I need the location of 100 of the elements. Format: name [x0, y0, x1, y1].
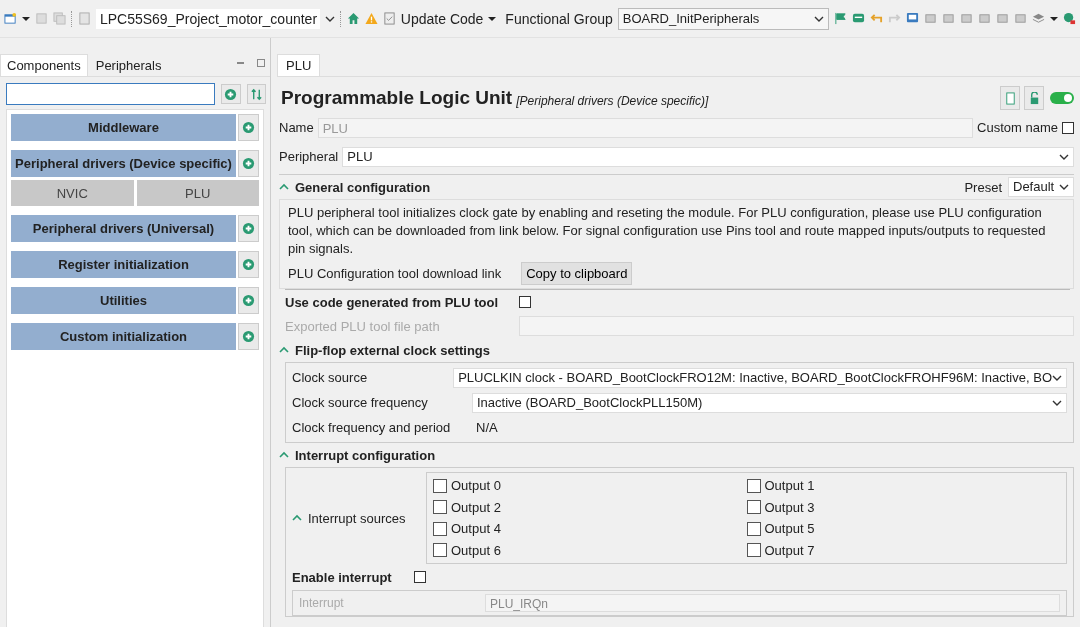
component-item[interactable]: NVIC [11, 180, 134, 206]
plus-icon [242, 258, 255, 271]
category-header[interactable]: Middleware [11, 114, 236, 141]
exported-path-label: Exported PLU tool file path [285, 318, 441, 334]
setting-value: N/A [475, 420, 498, 435]
chevron-icon [1052, 398, 1062, 407]
sort-icon [249, 87, 263, 101]
search-field[interactable] [6, 83, 216, 105]
output-label: Output 6 [451, 542, 501, 558]
undo-arrow-icon[interactable] [870, 12, 883, 25]
sort-button[interactable] [246, 84, 266, 104]
chevron-icon[interactable] [324, 14, 335, 23]
collapse-icon[interactable] [279, 183, 289, 191]
page-subtitle: [Peripheral drivers (Device specific)] [516, 94, 709, 108]
checkbox[interactable] [746, 478, 761, 493]
plus-icon [242, 330, 255, 343]
add-component-button[interactable] [238, 251, 259, 278]
setting-dropdown[interactable]: PLUCLKIN clock - BOARD_BootClockFRO12M: Inactive, BOARD_BootClockFROHF96M: Inactive, BO [453, 367, 1067, 388]
plus-icon [242, 121, 255, 134]
section-title: Interrupt configuration [295, 447, 436, 463]
chevron-icon [1059, 152, 1069, 161]
warning-icon[interactable] [364, 12, 378, 25]
checkbox[interactable] [1062, 121, 1074, 134]
setting-label: Clock source frequency [292, 395, 429, 410]
update-code-button[interactable]: Update Code [400, 10, 484, 27]
enable-toggle[interactable] [1050, 92, 1074, 104]
document-icon[interactable] [382, 12, 396, 25]
checkbox[interactable] [746, 543, 761, 558]
new-window-icon[interactable] [4, 12, 17, 25]
preset-dropdown[interactable]: Default [1008, 177, 1074, 197]
caret-icon[interactable] [488, 15, 497, 22]
page-title: Programmable Logic Unit [281, 87, 513, 109]
component-item[interactable]: PLU [136, 180, 259, 206]
maximize-icon[interactable] [256, 58, 266, 68]
add-component-button[interactable] [238, 287, 259, 314]
interrupt-sources-label: Interrupt sources [308, 510, 406, 526]
status-icon[interactable] [1063, 12, 1076, 25]
project-dropdown[interactable]: LPC55S69_Project_motor_counter [95, 8, 320, 29]
checkbox[interactable] [433, 521, 447, 536]
output-label: Output 7 [764, 542, 815, 558]
document-icon [1003, 91, 1017, 105]
setting-label: Clock source [292, 370, 369, 385]
collapse-icon[interactable] [292, 514, 302, 522]
output-label: Output 2 [451, 499, 501, 515]
plus-icon [224, 87, 238, 101]
preset-label: Preset [964, 179, 1002, 195]
flag-icon[interactable] [834, 12, 847, 25]
output-label: Output 5 [764, 521, 815, 537]
chevron-icon [814, 14, 824, 23]
peripheral-dropdown[interactable]: PLU [342, 146, 1074, 167]
checkbox[interactable] [746, 500, 761, 515]
download-link-label: PLU Configuration tool download link [288, 265, 502, 281]
setting-dropdown[interactable]: Inactive (BOARD_BootClockPLL150M) [472, 392, 1067, 413]
interrupt-label: Interrupt [299, 596, 345, 610]
setting-label: Clock frequency and period [292, 420, 452, 435]
checkbox[interactable] [433, 543, 447, 558]
add-component-button[interactable] [238, 323, 259, 350]
plus-icon [242, 294, 255, 307]
functional-group-dropdown[interactable]: BOARD_InitPeripherals [617, 7, 829, 30]
copy-to-clipboard-button[interactable]: Copy to clipboard [521, 261, 633, 285]
add-button[interactable] [221, 84, 241, 104]
category-header[interactable]: Custom initialization [11, 323, 236, 350]
section-title: Flip-flop external clock settings [295, 342, 491, 358]
output-label: Output 1 [764, 478, 815, 494]
category-header[interactable]: Register initialization [11, 251, 236, 278]
custom-name-label: Custom name [977, 120, 1058, 135]
peripheral-label: Peripheral [279, 149, 339, 164]
checkbox[interactable] [433, 500, 447, 515]
plus-icon [242, 222, 255, 235]
view-tab[interactable]: Peripherals [89, 55, 168, 76]
checkbox[interactable] [746, 521, 761, 536]
chevron-icon [1059, 183, 1069, 191]
chat-icon[interactable] [852, 12, 865, 25]
monitor-icon[interactable] [906, 12, 919, 25]
add-component-button[interactable] [238, 114, 259, 141]
output-label: Output 3 [764, 499, 815, 515]
caret-icon[interactable] [1050, 15, 1058, 22]
checkbox[interactable] [433, 478, 447, 493]
add-component-button[interactable] [238, 150, 259, 177]
enable-interrupt-label: Enable interrupt [292, 569, 392, 585]
lock-button[interactable] [1024, 86, 1044, 110]
output-label: Output 0 [451, 478, 501, 494]
collapse-icon[interactable] [279, 346, 289, 354]
document-button[interactable] [1000, 86, 1020, 110]
add-component-button[interactable] [238, 215, 259, 242]
category-header[interactable]: Peripheral drivers (Universal) [11, 215, 236, 242]
category-header[interactable]: Peripheral drivers (Device specific) [11, 150, 236, 177]
checkbox[interactable] [519, 296, 531, 308]
layers-icon[interactable] [1032, 12, 1045, 25]
caret-icon[interactable] [22, 15, 30, 22]
name-label: Name [279, 120, 314, 135]
checkbox[interactable] [413, 571, 426, 583]
save-all-icon[interactable] [53, 12, 66, 25]
home-icon[interactable] [346, 12, 360, 25]
editor-tab[interactable]: PLU [277, 54, 321, 76]
category-header[interactable]: Utilities [11, 287, 236, 314]
view-tab[interactable]: Components [0, 54, 88, 76]
functional-group-label: Functional Group [505, 10, 613, 27]
section-title: General configuration [295, 179, 431, 195]
collapse-icon[interactable] [279, 451, 289, 459]
